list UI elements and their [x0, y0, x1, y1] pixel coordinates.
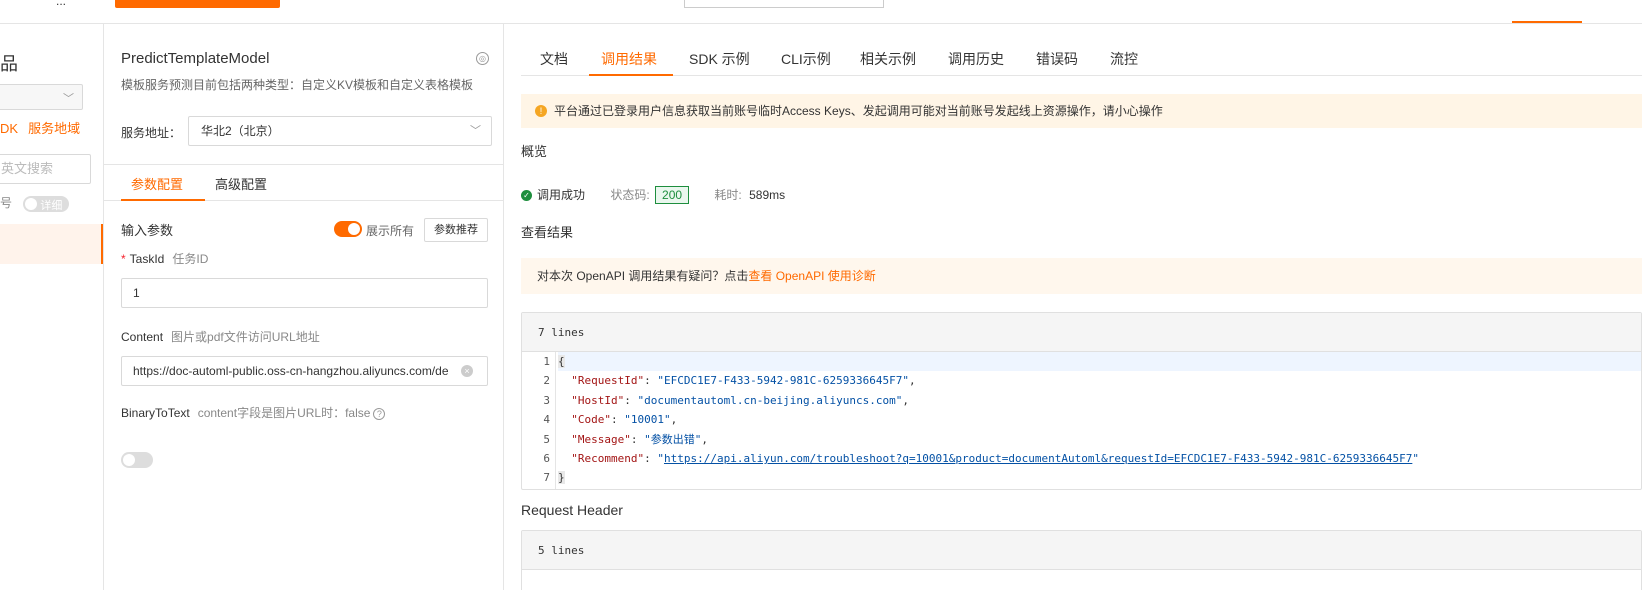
taskid-name: TaskId	[129, 252, 165, 266]
api-description: 模板服务预测目前包括两种类型：自定义KV模板和自定义表格模板	[121, 78, 474, 92]
input-params-label: 输入参数	[121, 223, 174, 238]
service-address-select[interactable]: 华北2（北京） ﹀	[188, 116, 492, 146]
show-all-toggle[interactable]	[334, 221, 362, 237]
status-code-label: 状态码:	[610, 188, 650, 202]
api-info-icon[interactable]: ◎	[476, 52, 489, 65]
api-search-input[interactable]: 英文搜索	[0, 154, 91, 184]
content-input[interactable]: https://doc-automl-public.oss-cn-hangzho…	[121, 356, 488, 386]
message-value: 参数出错	[650, 432, 695, 446]
top-active-tab-indicator	[1512, 21, 1582, 23]
result-json-viewer[interactable]: 7 lines 1{ 2 "RequestId": "EFCDC1E7-F433…	[521, 312, 1642, 490]
code-line: 7}	[543, 471, 565, 485]
result-lines-count: 7 lines	[522, 313, 1641, 352]
host-id-value: documentautoml.cn-beijing.aliyuncs.com	[644, 393, 896, 407]
params-panel: PredictTemplateModel ◎ 模板服务预测目前包括两种类型：自定…	[104, 24, 504, 590]
show-all-label: 展示所有	[366, 224, 415, 238]
param-recommend-button[interactable]: 参数推荐	[424, 218, 488, 242]
sdk-link[interactable]: DK	[0, 121, 18, 136]
taskid-hint: 任务ID	[172, 252, 209, 266]
code-line: 3 "HostId": "documentautoml.cn-beijing.a…	[543, 393, 910, 407]
toggle-knob	[123, 454, 135, 466]
chevron-down-icon: ﹀	[470, 125, 481, 137]
content-name: Content	[121, 330, 164, 344]
selected-api-item[interactable]	[0, 224, 103, 264]
request-header-viewer[interactable]: 5 lines	[521, 530, 1642, 590]
tab-call-result[interactable]: 调用结果	[601, 49, 657, 69]
param-tab-indicator	[121, 199, 205, 201]
diagnosis-hint: 对本次 OpenAPI 调用结果有疑问？点击查看 OpenAPI 使用诊断	[521, 258, 1642, 294]
top-nav-stub[interactable]: ...	[56, 0, 66, 8]
status-code-badge: 200	[655, 186, 690, 204]
success-icon: ✓	[521, 190, 532, 202]
toggle-knob	[25, 197, 38, 210]
request-id-value: EFCDC1E7-F433-5942-981C-6259336645F7	[663, 374, 903, 388]
request-header-lines-count: 5 lines	[522, 531, 1641, 570]
tab-docs[interactable]: 文档	[540, 49, 568, 69]
warning-text: 平台通过已登录用户信息获取当前账号临时Access Keys、发起调用可能对当前…	[554, 104, 1163, 118]
param-tabs: 参数配置 高级配置	[104, 165, 504, 201]
code-line: 6 "Recommend": "https://api.aliyun.com/t…	[543, 451, 1419, 465]
request-header-title: Request Header	[521, 502, 623, 518]
required-mark: *	[121, 252, 126, 266]
view-result-title: 查看结果	[521, 225, 574, 240]
code-line: 4 "Code": "10001",	[543, 413, 678, 427]
binary-name: BinaryToText	[121, 406, 190, 420]
tab-cli-example[interactable]: CLI示例	[781, 49, 831, 69]
tab-sdk-example[interactable]: SDK 示例	[689, 49, 750, 69]
clear-icon[interactable]: ×	[461, 365, 473, 377]
toggle-knob	[348, 223, 360, 235]
overview-title: 概览	[521, 144, 548, 159]
recommend-link[interactable]: https://api.aliyun.com/troubleshoot?q=10…	[664, 452, 1412, 465]
call-status: 调用成功	[537, 188, 586, 202]
help-icon[interactable]: ?	[373, 407, 386, 420]
service-address-value: 华北2（北京）	[201, 124, 280, 138]
api-name: PredictTemplateModel	[121, 50, 270, 67]
chevron-down-icon: ﹀	[63, 93, 74, 105]
product-version-select[interactable]: ﹀	[0, 84, 83, 110]
tab-call-history[interactable]: 调用历史	[948, 49, 1004, 69]
time-value: 589ms	[749, 188, 786, 202]
detail-toggle-row: 号 详细	[0, 194, 70, 212]
warning-icon: !	[535, 105, 547, 117]
top-bar: ...	[0, 0, 1642, 24]
top-search-box[interactable]	[684, 0, 884, 8]
detail-toggle[interactable]: 详细	[23, 195, 70, 212]
tab-related-examples[interactable]: 相关示例	[860, 49, 916, 69]
binary-label: BinaryToText content字段是图片URL时：false?	[121, 404, 386, 421]
content-label: Content 图片或pdf文件访问URL地址	[121, 328, 320, 345]
detail-toggle-label: 详细	[40, 199, 63, 212]
code-line: 2 "RequestId": "EFCDC1E7-F433-5942-981C-…	[543, 374, 916, 388]
sidebar-title: 品	[0, 54, 18, 74]
service-address-label: 服务地址：	[121, 126, 182, 140]
taskid-label: * TaskId 任务ID	[121, 250, 208, 267]
code-line: 1{	[522, 352, 1641, 372]
tab-advanced[interactable]: 高级配置	[215, 174, 267, 193]
result-tabs: 文档 调用结果 SDK 示例 CLI示例 相关示例 调用历史 错误码 流控	[521, 38, 1642, 76]
toggle-left-label: 号	[0, 196, 13, 210]
call-status-row: ✓ 调用成功 状态码: 200 耗时: 589ms	[521, 186, 785, 204]
tab-rate-limit[interactable]: 流控	[1110, 49, 1138, 69]
top-primary-button[interactable]	[115, 0, 280, 8]
result-tab-indicator	[589, 74, 673, 76]
binary-hint: content字段是图片URL时：false	[197, 406, 371, 420]
code-line: 5 "Message": "参数出错",	[543, 432, 708, 446]
sidebar-links: DK 服务地域	[0, 118, 90, 137]
binary-to-text-toggle[interactable]	[121, 452, 153, 468]
diagnosis-link[interactable]: 查看 OpenAPI 使用诊断	[748, 269, 875, 283]
tab-error-codes[interactable]: 错误码	[1036, 49, 1078, 69]
taskid-input[interactable]: 1	[121, 278, 488, 308]
service-region-link[interactable]: 服务地域	[28, 121, 80, 136]
api-list-sidebar: 品 ﹀ DK 服务地域 英文搜索 号 详细	[0, 24, 104, 590]
time-label: 耗时:	[714, 188, 742, 202]
content-value: https://doc-automl-public.oss-cn-hangzho…	[133, 364, 449, 378]
access-key-warning: ! 平台通过已登录用户信息获取当前账号临时Access Keys、发起调用可能对…	[521, 94, 1642, 128]
code-value: 10001	[630, 413, 664, 427]
tab-params[interactable]: 参数配置	[131, 174, 183, 193]
content-hint: 图片或pdf文件访问URL地址	[171, 330, 320, 344]
result-panel: 文档 调用结果 SDK 示例 CLI示例 相关示例 调用历史 错误码 流控 ! …	[505, 24, 1642, 590]
diagnosis-hint-text: 对本次 OpenAPI 调用结果有疑问？点击	[537, 269, 749, 283]
